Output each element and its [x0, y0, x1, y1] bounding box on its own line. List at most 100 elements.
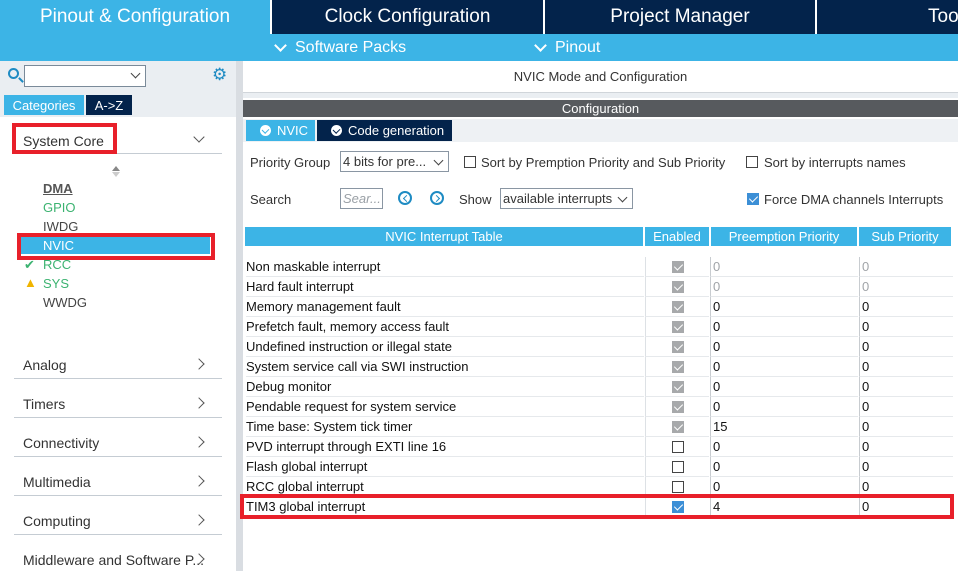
enabled-cell	[645, 277, 709, 297]
chevron-down-icon	[617, 192, 628, 203]
column-header-sub-priority[interactable]: Sub Priority	[859, 227, 951, 246]
table-row[interactable]: Debug monitor 0 0	[245, 377, 953, 397]
sub-priority-cell[interactable]: 0	[859, 437, 953, 457]
enabled-checkbox[interactable]	[672, 441, 684, 453]
next-icon[interactable]	[430, 191, 444, 205]
table-row[interactable]: Non maskable interrupt 0 0	[245, 257, 953, 277]
column-header-name[interactable]: NVIC Interrupt Table	[245, 227, 643, 246]
sidebar-item-wwdg[interactable]: WWDG	[43, 295, 87, 310]
sidebar-item-sys[interactable]: SYS	[43, 276, 69, 291]
sub-menu-bar: Software Packs Pinout	[0, 34, 958, 61]
table-row[interactable]: Flash global interrupt 0 0	[245, 457, 953, 477]
table-row[interactable]: Hard fault interrupt 0 0	[245, 277, 953, 297]
sort-names-checkbox[interactable]	[746, 156, 758, 168]
pinout-menu[interactable]: Pinout	[534, 34, 600, 61]
table-row[interactable]: Prefetch fault, memory access fault 0 0	[245, 317, 953, 337]
sub-priority-cell[interactable]: 0	[859, 297, 953, 317]
configuration-title: Configuration	[243, 100, 958, 117]
sub-priority-cell[interactable]: 0	[859, 317, 953, 337]
priority-group-label: Priority Group	[250, 155, 331, 170]
category-connectivity[interactable]: Connectivity	[23, 435, 223, 451]
category-multimedia[interactable]: Multimedia	[23, 474, 223, 490]
tab-project-manager[interactable]: Project Manager	[545, 0, 817, 34]
sub-priority-cell[interactable]: 0	[859, 457, 953, 477]
preemption-priority-cell[interactable]: 0	[710, 457, 858, 477]
tab-code-generation[interactable]: Code generation	[317, 120, 452, 141]
sub-priority-cell[interactable]: 0	[859, 357, 953, 377]
categories-panel: ⚙ Categories A->Z System Core DMA GPIO I…	[0, 61, 236, 571]
enabled-checkbox[interactable]	[672, 461, 684, 473]
tab-nvic[interactable]: NVIC	[246, 120, 315, 141]
nvic-configuration-panel: NVIC Mode and Configuration Configuratio…	[240, 61, 958, 571]
force-dma-checkbox[interactable]	[747, 193, 759, 205]
search-placeholder: Sear...	[343, 191, 381, 206]
divider	[14, 378, 222, 379]
sub-priority-cell[interactable]: 0	[859, 417, 953, 437]
category-label: Multimedia	[23, 474, 91, 490]
sub-priority-cell[interactable]: 0	[859, 257, 953, 277]
preemption-priority-cell[interactable]: 0	[710, 397, 858, 417]
category-computing[interactable]: Computing	[23, 513, 223, 529]
sub-priority-cell[interactable]: 0	[859, 377, 953, 397]
sidebar-item-gpio[interactable]: GPIO	[43, 200, 76, 215]
preemption-priority-cell[interactable]: 0	[710, 277, 858, 297]
previous-icon[interactable]	[398, 191, 412, 205]
preemption-priority-cell[interactable]: 0	[710, 257, 858, 277]
search-input[interactable]	[24, 65, 146, 87]
preemption-priority-cell[interactable]: 0	[710, 337, 858, 357]
chevron-down-icon	[534, 38, 547, 52]
gear-icon[interactable]: ⚙	[212, 66, 228, 83]
interrupt-search-input[interactable]: Sear...	[340, 188, 383, 209]
category-label: Computing	[23, 513, 91, 529]
category-timers[interactable]: Timers	[23, 396, 223, 412]
priority-group-select[interactable]: 4 bits for pre...	[340, 151, 449, 172]
chevron-down-icon	[433, 155, 444, 166]
sidebar-item-dma[interactable]: DMA	[43, 181, 73, 196]
sidebar-item-iwdg[interactable]: IWDG	[43, 219, 78, 234]
column-header-preemption[interactable]: Preemption Priority	[711, 227, 857, 246]
category-label: Connectivity	[23, 435, 100, 451]
divider	[14, 417, 222, 418]
category-middleware[interactable]: Middleware and Software P...	[23, 552, 223, 568]
column-header-enabled[interactable]: Enabled	[645, 227, 709, 246]
chevron-right-icon	[193, 475, 205, 487]
table-row[interactable]: Memory management fault 0 0	[245, 297, 953, 317]
tab-clock-configuration[interactable]: Clock Configuration	[272, 0, 545, 34]
sort-up-icon[interactable]	[112, 166, 120, 171]
enabled-cell	[645, 377, 709, 397]
interrupt-name-cell: System service call via SWI instruction	[246, 357, 644, 377]
preemption-priority-cell[interactable]: 0	[710, 377, 858, 397]
software-packs-menu[interactable]: Software Packs	[274, 34, 406, 61]
table-row[interactable]: Time base: System tick timer 15 0	[245, 417, 953, 437]
preemption-priority-cell[interactable]: 0	[710, 357, 858, 377]
preemption-priority-cell[interactable]: 15	[710, 417, 858, 437]
tab-pinout-configuration[interactable]: Pinout & Configuration	[0, 0, 272, 34]
category-analog[interactable]: Analog	[23, 357, 223, 373]
sub-priority-cell[interactable]: 0	[859, 397, 953, 417]
sub-priority-cell[interactable]: 0	[859, 337, 953, 357]
table-row[interactable]: Pendable request for system service 0 0	[245, 397, 953, 417]
show-select[interactable]: available interrupts	[500, 188, 633, 209]
preemption-priority-cell[interactable]: 0	[710, 437, 858, 457]
show-value: available interrupts	[503, 191, 613, 206]
table-header: NVIC Interrupt Table Enabled Preemption …	[245, 227, 953, 246]
category-label: Timers	[23, 396, 66, 412]
enabled-checkbox	[672, 301, 684, 313]
sub-priority-cell[interactable]: 0	[859, 277, 953, 297]
interrupt-name-cell: Debug monitor	[246, 377, 644, 397]
enabled-checkbox	[672, 341, 684, 353]
tab-categories[interactable]: Categories	[4, 95, 84, 115]
chevron-down-icon[interactable]	[130, 68, 141, 79]
sort-down-icon[interactable]	[112, 172, 120, 177]
tab-tools[interactable]: Too	[817, 0, 958, 34]
highlight-nvic	[17, 233, 215, 260]
preemption-priority-cell[interactable]: 0	[710, 317, 858, 337]
table-row[interactable]: System service call via SWI instruction 0…	[245, 357, 953, 377]
preemption-priority-cell[interactable]: 0	[710, 297, 858, 317]
table-row[interactable]: PVD interrupt through EXTI line 16 0 0	[245, 437, 953, 457]
enabled-checkbox[interactable]	[672, 481, 684, 493]
tab-a-to-z[interactable]: A->Z	[86, 95, 132, 115]
sort-premption-checkbox[interactable]	[464, 156, 476, 168]
search-label: Search	[250, 192, 292, 207]
table-row[interactable]: Undefined instruction or illegal state 0 0	[245, 337, 953, 357]
